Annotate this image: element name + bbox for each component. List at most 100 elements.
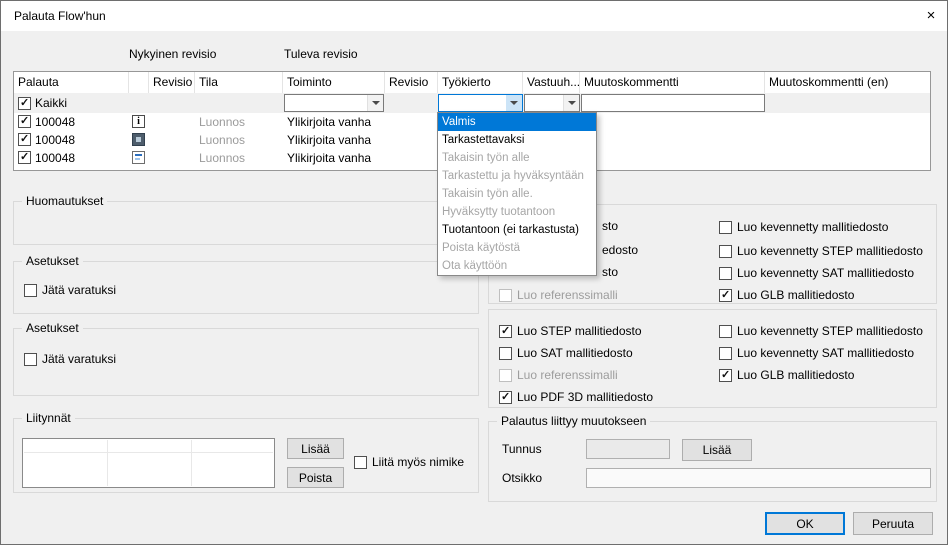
sheet-icon [132, 151, 145, 164]
item-id: 100048 [35, 113, 75, 131]
poista-button[interactable]: Poista [287, 467, 344, 488]
jata-varatuksi-checkbox[interactable] [24, 284, 37, 297]
column-header-palauta: Palauta [14, 72, 129, 93]
close-button[interactable]: × [915, 1, 947, 31]
button-label: Poista [299, 471, 332, 485]
peruuta-button[interactable]: Peruuta [853, 512, 933, 535]
workflow-option[interactable]: Tuotantoon (ei tarkastusta) [438, 221, 596, 239]
luo-kevennetty-sat-option[interactable]: Luo kevennetty SAT mallitiedosto [719, 266, 914, 280]
toiminto-all-combo[interactable] [284, 94, 384, 112]
column-header-muutoskommentti: Muutoskommentti [580, 72, 765, 93]
group-asetukset-1: Asetukset Jätä varatuksi [13, 261, 479, 314]
title-bar: Palauta Flow'hun × [1, 1, 947, 31]
luo-step-option[interactable]: Luo STEP mallitiedosto [499, 324, 642, 338]
checkbox-label: Luo GLB mallitiedosto [737, 288, 854, 302]
checkbox-label: Luo kevennetty SAT mallitiedosto [737, 346, 914, 360]
otsikko-input[interactable] [586, 468, 931, 488]
checkbox-label: Luo kevennetty SAT mallitiedosto [737, 266, 914, 280]
select-all-checkbox[interactable] [18, 97, 31, 110]
luo-step-checkbox[interactable] [499, 325, 512, 338]
jata-varatuksi-checkbox[interactable] [24, 353, 37, 366]
group-title: Liitynnät [22, 411, 75, 425]
grid-line [107, 440, 108, 486]
workflow-option[interactable]: Valmis [438, 113, 596, 131]
luo-referenssimalli-checkbox [499, 369, 512, 382]
workflow-option[interactable]: Tarkastettavaksi [438, 131, 596, 149]
workflow-option: Takaisin työn alle [438, 149, 596, 167]
ok-button[interactable]: OK [765, 512, 845, 535]
luo-sat-checkbox[interactable] [499, 347, 512, 360]
grid-line [191, 440, 192, 486]
tila-cell: Luonnos [199, 131, 245, 149]
luo-glb-option[interactable]: Luo GLB mallitiedosto [719, 288, 854, 302]
liita-myos-nimike-option[interactable]: Liitä myös nimike [354, 455, 464, 469]
toiminto-cell: Ylikirjoita vanha [287, 131, 371, 149]
column-header-tyokierto: Työkierto [438, 72, 523, 93]
row-checkbox[interactable] [18, 151, 31, 164]
muutoskommentti-input[interactable] [581, 94, 765, 112]
luo-kevennetty-sat-checkbox[interactable] [719, 347, 732, 360]
chevron-down-icon [367, 95, 383, 111]
column-header-vastuuhenkilo: Vastuuh... [523, 72, 580, 93]
button-label: OK [796, 517, 813, 531]
group-title: Asetukset [22, 254, 83, 268]
otsikko-label: Otsikko [502, 471, 542, 485]
checkbox-label: Luo kevennetty STEP mallitiedosto [737, 244, 923, 258]
partially-hidden-option-text: sto [602, 219, 618, 233]
checkbox-label: Luo kevennetty mallitiedosto [737, 220, 888, 234]
lisaa-button[interactable]: Lisää [287, 438, 344, 459]
luo-glb-checkbox[interactable] [719, 369, 732, 382]
tunnus-input[interactable] [586, 439, 670, 459]
partially-hidden-option-text: edosto [602, 243, 638, 257]
button-label: Lisää [703, 443, 732, 457]
tila-cell: Luonnos [199, 113, 245, 131]
group-title: Asetukset [22, 321, 83, 335]
close-icon: × [927, 7, 936, 24]
vastuuhenkilo-combo[interactable] [524, 94, 580, 112]
luo-pdf3d-option[interactable]: Luo PDF 3D mallitiedosto [499, 390, 653, 404]
checkbox-label: Jätä varatuksi [42, 283, 116, 297]
chevron-down-icon [563, 95, 579, 111]
luo-sat-option[interactable]: Luo SAT mallitiedosto [499, 346, 633, 360]
luo-kevennetty-malli-option[interactable]: Luo kevennetty mallitiedosto [719, 220, 888, 234]
info-icon: i [132, 115, 145, 128]
tyokierto-combo[interactable] [438, 94, 523, 112]
luo-referenssimalli-checkbox [499, 289, 512, 302]
chevron-down-icon [506, 95, 522, 111]
luo-kevennetty-step-option[interactable]: Luo kevennetty STEP mallitiedosto [719, 244, 923, 258]
group-asetukset-2: Asetukset Jätä varatuksi [13, 328, 479, 396]
group-title: Palautus liittyy muutokseen [497, 414, 650, 428]
jata-varatuksi-option-2[interactable]: Jätä varatuksi [24, 352, 116, 366]
group-file-options-2: Luo STEP mallitiedosto Luo SAT mallitied… [488, 309, 937, 408]
workflow-option: Hyväksytty tuotantoon [438, 203, 596, 221]
liitynnat-listbox[interactable] [22, 438, 275, 488]
checkbox-label: Liitä myös nimike [372, 455, 464, 469]
luo-kevennetty-step-checkbox[interactable] [719, 245, 732, 258]
luo-kevennetty-step-option-2[interactable]: Luo kevennetty STEP mallitiedosto [719, 324, 923, 338]
tila-cell: Luonnos [199, 149, 245, 167]
luo-kevennetty-sat-option-2[interactable]: Luo kevennetty SAT mallitiedosto [719, 346, 914, 360]
column-header-revisio-current: Revisio [149, 72, 195, 93]
liita-myos-nimike-checkbox[interactable] [354, 456, 367, 469]
dialog-title: Palauta Flow'hun [14, 9, 106, 23]
luo-kevennetty-malli-checkbox[interactable] [719, 221, 732, 234]
luo-pdf3d-checkbox[interactable] [499, 391, 512, 404]
row-checkbox[interactable] [18, 115, 31, 128]
all-row-label: Kaikki [35, 93, 67, 113]
luo-glb-option-2[interactable]: Luo GLB mallitiedosto [719, 368, 854, 382]
lisaa-muutos-button[interactable]: Lisää [682, 439, 752, 461]
luo-referenssimalli-option-2: Luo referenssimalli [499, 368, 618, 382]
group-title: Huomautukset [22, 194, 107, 208]
column-header-tila: Tila [195, 72, 283, 93]
luo-glb-checkbox[interactable] [719, 289, 732, 302]
row-checkbox[interactable] [18, 133, 31, 146]
item-id: 100048 [35, 149, 75, 167]
checkbox-label: Luo kevennetty STEP mallitiedosto [737, 324, 923, 338]
group-palautus-muutokseen: Palautus liittyy muutokseen Tunnus Lisää… [488, 421, 937, 502]
future-revision-label: Tuleva revisio [284, 47, 358, 61]
jata-varatuksi-option-1[interactable]: Jätä varatuksi [24, 283, 116, 297]
luo-kevennetty-step-checkbox[interactable] [719, 325, 732, 338]
workflow-option: Ota käyttöön [438, 257, 596, 275]
workflow-option: Tarkastettu ja hyväksyntään [438, 167, 596, 185]
luo-kevennetty-sat-checkbox[interactable] [719, 267, 732, 280]
